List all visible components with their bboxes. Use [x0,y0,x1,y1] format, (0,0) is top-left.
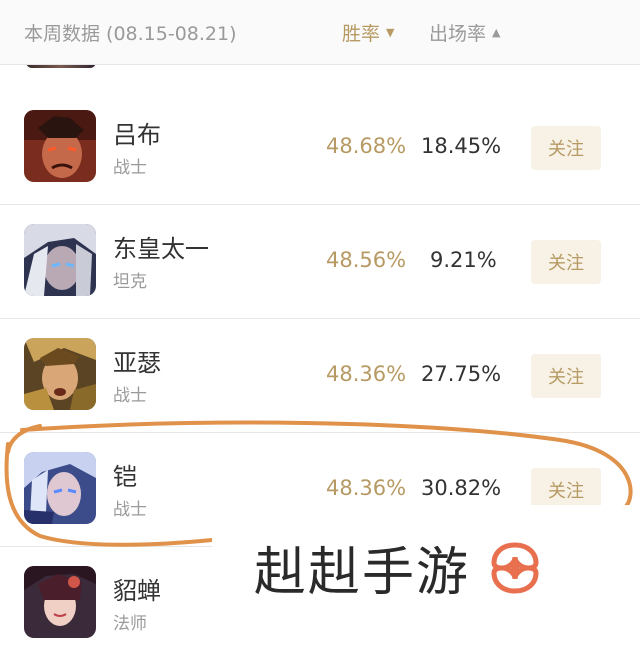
watermark-logo-icon [491,542,539,593]
hero-avatar [24,452,96,524]
hero-avatar [24,224,96,296]
stats-header: 本周数据 (08.15-08.21) 胜率 ▼ 出场率 ▲ [0,0,640,65]
follow-button[interactable]: 关注 [531,354,601,398]
hero-name: 貂蝉 [113,577,161,605]
hero-name: 东皇太一 [113,235,209,263]
hero-pick-rate: 9.21% [430,248,497,272]
hero-role: 战士 [113,500,147,520]
watermark: 赳赳手游 [212,505,640,630]
hero-name: 吕布 [113,121,161,149]
hero-role: 战士 [113,386,147,406]
hero-role: 战士 [113,158,147,178]
pick-rate-sort-label: 出场率 [429,23,487,45]
hero-role: 坦克 [113,272,147,292]
caret-up-icon: ▲ [492,26,501,39]
watermark-text: 赳赳手游 [254,543,471,603]
hero-avatar [24,110,96,182]
hero-row-yase[interactable]: 亚瑟 战士 48.36% 27.75% 关注 [0,318,640,433]
hero-pick-rate: 30.82% [421,476,502,500]
hero-avatar [24,338,96,410]
hero-pick-rate: 27.75% [421,362,502,386]
hero-win-rate: 48.36% [326,362,407,386]
hero-row-donghuang[interactable]: 东皇太一 坦克 48.56% 9.21% 关注 [0,204,640,319]
follow-button[interactable]: 关注 [531,126,601,170]
week-period-label: 本周数据 (08.15-08.21) [24,23,237,45]
hero-name: 铠 [113,463,137,491]
hero-pick-rate: 18.45% [421,134,502,158]
hero-win-rate: 48.36% [326,476,407,500]
caret-down-icon: ▼ [386,26,395,39]
hero-name: 亚瑟 [113,349,161,377]
sort-pick-rate[interactable]: 出场率 ▲ [429,19,500,46]
hero-row-lvbu[interactable]: 吕布 战士 48.68% 18.45% 关注 [0,90,640,205]
follow-button[interactable]: 关注 [531,240,601,284]
hero-win-rate: 48.56% [326,248,407,272]
win-rate-sort-label: 胜率 [342,23,381,45]
hero-avatar [24,566,96,638]
hero-win-rate: 48.68% [326,134,407,158]
sort-win-rate[interactable]: 胜率 ▼ [342,19,394,46]
hero-role: 法师 [113,614,147,634]
